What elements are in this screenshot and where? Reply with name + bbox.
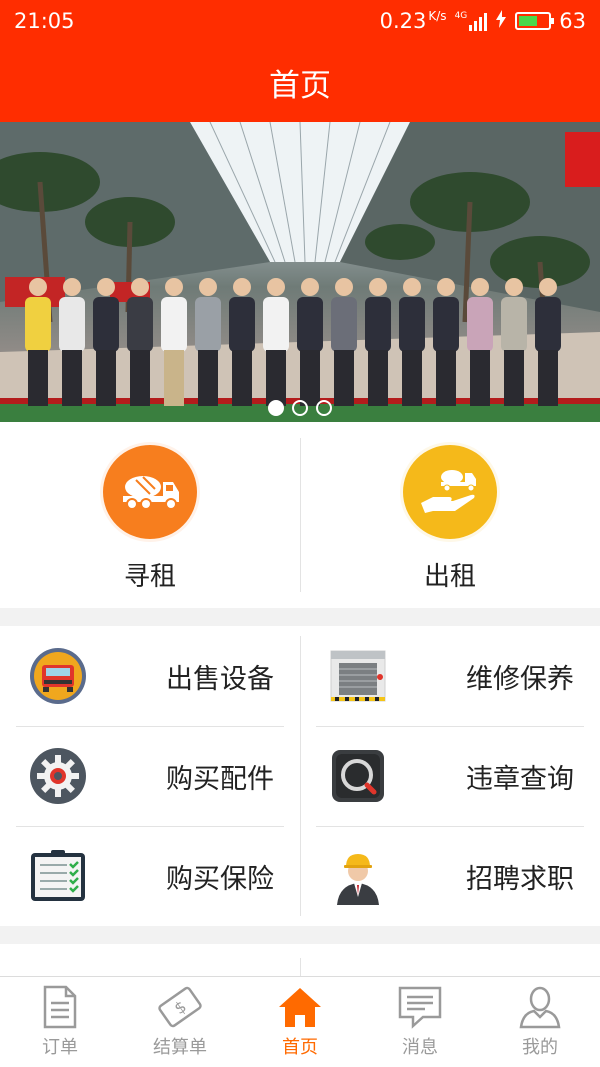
status-time: 21:05	[14, 9, 75, 33]
tab-orders[interactable]: 订单	[0, 977, 120, 1067]
hand-truck-icon	[400, 442, 500, 542]
tab-home-label: 首页	[282, 1037, 318, 1058]
carousel-dot[interactable]	[292, 400, 308, 416]
status-bar: 21:05 0.23 K/s 4G 63	[0, 0, 600, 42]
violation-query-button[interactable]: 违章查询	[300, 726, 600, 826]
network-type: 4G	[454, 11, 468, 21]
banner-carousel[interactable]	[0, 122, 600, 422]
charging-icon	[495, 9, 507, 33]
buy-insurance-label: 购买保险	[166, 863, 274, 895]
sell-equipment-label: 出售设备	[166, 663, 274, 695]
rent-seek-label: 寻租	[123, 562, 176, 592]
user-icon	[519, 986, 561, 1029]
garage-icon	[328, 646, 388, 706]
banner-photo	[0, 122, 600, 422]
buy-parts-button[interactable]: 购买配件	[0, 726, 300, 826]
buy-insurance-button[interactable]: 购买保险	[0, 826, 300, 926]
carousel-dot[interactable]	[268, 400, 284, 416]
net-speed-value: 0.23	[379, 9, 427, 33]
rent-section: 寻租 出租	[0, 422, 600, 608]
worker-icon	[328, 846, 388, 906]
rent-out-label: 出租	[423, 562, 476, 592]
recruitment-label: 招聘求职	[466, 863, 574, 895]
document-icon	[43, 985, 77, 1029]
carousel-indicator	[0, 400, 600, 416]
rent-out-button[interactable]: 出租	[300, 422, 600, 608]
header: 首页	[0, 42, 600, 122]
signal-icon: 4G	[455, 11, 488, 31]
next-section-strip	[0, 944, 600, 976]
battery-icon	[515, 12, 555, 30]
buy-parts-label: 购买配件	[166, 763, 274, 795]
tab-settlement[interactable]: $ 结算单	[120, 977, 240, 1067]
tab-orders-label: 订单	[42, 1037, 78, 1058]
carousel-dot[interactable]	[316, 400, 332, 416]
status-indicators: 0.23 K/s 4G 63	[380, 9, 586, 33]
maintenance-label: 维修保养	[466, 663, 574, 695]
tab-profile-label: 我的	[522, 1037, 558, 1058]
magnifier-icon	[328, 746, 388, 806]
tab-home[interactable]: 首页	[240, 977, 360, 1067]
sell-equipment-button[interactable]: 出售设备	[0, 626, 300, 726]
maintenance-button[interactable]: 维修保养	[300, 626, 600, 726]
battery-level: 63	[559, 9, 586, 33]
bill-icon: $	[158, 986, 202, 1028]
recruitment-button[interactable]: 招聘求职	[300, 826, 600, 926]
tab-profile[interactable]: 我的	[480, 977, 600, 1067]
services-grid: 出售设备 维修保养 购买配件 违章查询 购买保险 招聘求职	[0, 626, 600, 926]
net-speed-unit: K/s	[428, 9, 447, 23]
mixer-truck-icon	[100, 442, 200, 542]
gear-icon	[28, 746, 88, 806]
rent-seek-button[interactable]: 寻租	[0, 422, 300, 608]
tab-messages[interactable]: 消息	[360, 977, 480, 1067]
checklist-icon	[28, 846, 88, 906]
violation-query-label: 违章查询	[466, 763, 574, 795]
tab-messages-label: 消息	[402, 1037, 438, 1058]
bottom-tab-bar: 订单 $ 结算单 首页 消息 我的	[0, 976, 600, 1067]
net-speed: 0.23 K/s	[380, 9, 447, 33]
page-title: 首页	[269, 67, 331, 104]
message-icon	[398, 986, 442, 1029]
tab-settlement-label: 结算单	[153, 1037, 207, 1058]
truck-front-icon	[28, 646, 88, 706]
home-icon	[279, 988, 321, 1027]
svg-text:$: $	[171, 997, 190, 1018]
